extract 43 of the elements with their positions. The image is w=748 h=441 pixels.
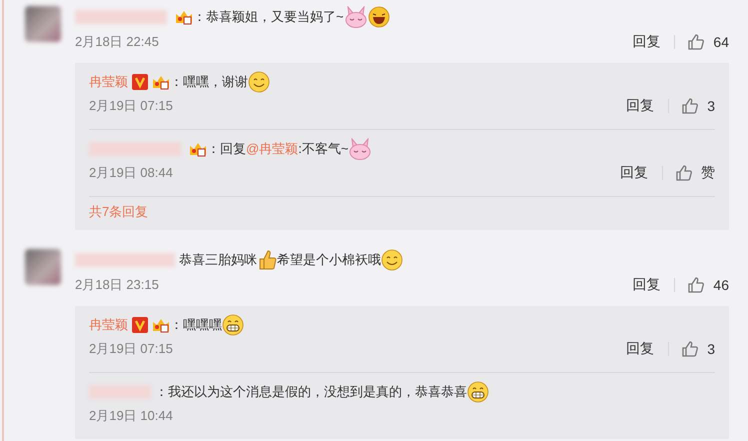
- bunny-emoji-icon: [348, 138, 372, 160]
- thumbs-up-icon[interactable]: [675, 164, 693, 182]
- reply-time: 2月19日 07:15: [89, 340, 174, 358]
- reply-link[interactable]: 回复: [626, 340, 654, 358]
- avatar[interactable]: [25, 249, 61, 285]
- reply-link[interactable]: 回复: [626, 97, 654, 115]
- thumbs-up-icon[interactable]: [687, 33, 706, 51]
- member-badge-icon: [189, 141, 207, 157]
- reply-link[interactable]: 回复: [632, 276, 660, 294]
- reply-link[interactable]: 回复: [620, 164, 648, 182]
- laughing-emoji-icon: [368, 6, 390, 28]
- comment-text: 希望是个小棉袄哦: [277, 251, 381, 269]
- comment-text: ：恭喜颖姐，又要当妈了~: [193, 8, 344, 26]
- avatar[interactable]: [25, 6, 61, 42]
- reply-time: 2月19日 07:15: [89, 97, 174, 115]
- comment-time: 2月18日 22:45: [75, 33, 160, 51]
- comment-time: 2月18日 23:15: [75, 276, 160, 294]
- like-count: 46: [713, 277, 729, 293]
- thumbs-up-icon[interactable]: [681, 340, 700, 358]
- comment-text: :不客气~: [298, 140, 348, 158]
- comment-text: ：我还以为这个消息是假的，没想到是真的，恭喜恭喜: [155, 383, 467, 401]
- thumbs-up-emoji-icon: [257, 249, 277, 271]
- like-count: 3: [707, 98, 715, 114]
- thumbs-up-icon[interactable]: [681, 97, 700, 115]
- thumbs-up-icon[interactable]: [687, 276, 706, 294]
- like-count: 赞: [701, 164, 715, 182]
- reply-link[interactable]: 回复: [632, 33, 660, 51]
- like-count: 3: [707, 341, 715, 357]
- grinning-emoji-icon: [222, 314, 244, 336]
- smiley-emoji-icon: [248, 71, 270, 93]
- reply-time: 2月19日 08:44: [89, 164, 174, 182]
- like-count: 64: [713, 34, 729, 50]
- member-badge-icon: [152, 74, 170, 90]
- grinning-emoji-icon: [467, 381, 489, 403]
- bunny-emoji-icon: [344, 6, 368, 28]
- comment-text: ：嘿嘿嘿: [170, 316, 222, 334]
- member-badge-icon: [175, 9, 193, 25]
- comment-text: ：嘿嘿，谢谢: [170, 73, 248, 91]
- comment-text: ：回复: [207, 140, 246, 158]
- member-badge-icon: [152, 317, 170, 333]
- comment-text: 恭喜三胎妈咪: [179, 251, 257, 269]
- reply-time: 2月19日 10:44: [89, 407, 174, 425]
- smiley-emoji-icon: [381, 249, 403, 271]
